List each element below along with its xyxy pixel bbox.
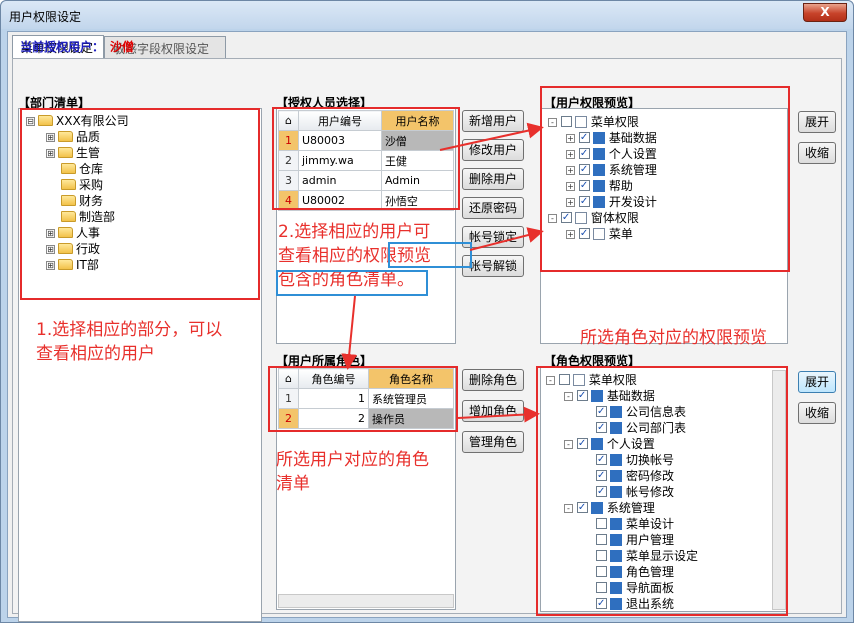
highlight-user-perm	[540, 86, 790, 272]
manage-role-button[interactable]: 管理角色	[462, 431, 524, 453]
collapse-role-perm-button[interactable]: 收缩	[798, 402, 836, 424]
highlight-dept	[20, 108, 260, 300]
reset-password-button[interactable]: 还原密码	[462, 197, 524, 219]
titlebar: 用户权限设定 X	[1, 1, 853, 29]
annotation-3: 所选角色对应的权限预览	[580, 328, 767, 348]
expand-user-perm-button[interactable]: 展开	[798, 111, 836, 133]
add-role-button[interactable]: 增加角色	[462, 400, 524, 422]
add-user-button[interactable]: 新增用户	[462, 110, 524, 132]
annotation-text: 清单	[276, 474, 310, 494]
collapse-user-perm-button[interactable]: 收缩	[798, 142, 836, 164]
delete-user-button[interactable]: 删除用户	[462, 168, 524, 190]
annotation-text: 所选用户对应的角色	[276, 450, 429, 470]
current-user: 当前授权用户： 沙僧	[20, 38, 134, 55]
annotation-text: 1.选择相应的部分，可以	[36, 320, 223, 340]
highlight-role-list-text	[276, 270, 428, 296]
annotation-text: 2.选择相应的用户可	[278, 222, 431, 242]
highlight-perm-preview-text	[388, 242, 472, 268]
annotation-1: 1.选择相应的部分，可以 查看相应的用户	[36, 318, 222, 366]
expand-role-perm-button[interactable]: 展开	[798, 371, 836, 393]
delete-role-button[interactable]: 删除角色	[462, 369, 524, 391]
current-user-label: 当前授权用户：	[20, 40, 105, 54]
close-button[interactable]: X	[803, 3, 847, 22]
current-user-value: 沙僧	[110, 40, 135, 54]
edit-user-button[interactable]: 修改用户	[462, 139, 524, 161]
annotation-text: 查看相应的用户	[36, 344, 155, 364]
horizontal-scrollbar[interactable]	[278, 594, 454, 608]
window-title: 用户权限设定	[9, 10, 82, 24]
highlight-roles	[268, 366, 458, 432]
highlight-users	[272, 107, 460, 210]
highlight-role-perm	[536, 366, 788, 616]
annotation-4: 所选用户对应的角色 清单	[276, 448, 429, 496]
